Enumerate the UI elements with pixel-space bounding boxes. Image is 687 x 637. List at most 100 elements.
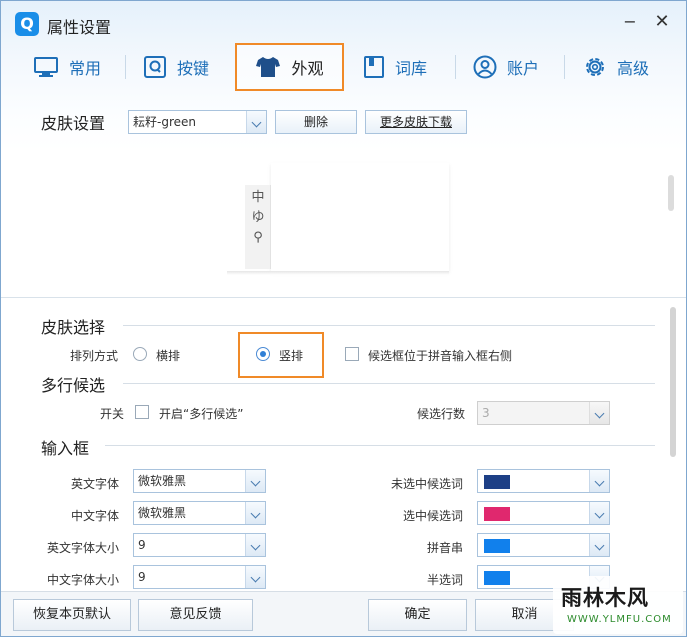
chevron-down-icon (589, 470, 609, 492)
selected-color-picker[interactable] (477, 501, 610, 525)
section-divider (105, 445, 655, 446)
pinyin-color-swatch (484, 539, 510, 553)
settings-window: Q 属性设置 − ✕ 常用 按键 外观 词库 账户 高级 皮肤设置 耘籽-gre… (0, 0, 687, 637)
vertical-radio[interactable] (256, 347, 270, 361)
tab-account-label: 账户 (507, 59, 540, 78)
skin-select[interactable]: 耘籽-green (128, 110, 267, 134)
horizontal-label: 横排 (156, 349, 181, 363)
unselected-color-swatch (484, 475, 510, 489)
rows-select[interactable]: 3 (477, 401, 610, 425)
en-font-select[interactable]: 微软雅黑 (133, 469, 266, 493)
feedback-button[interactable]: 意见反馈 (138, 599, 253, 631)
tab-separator (564, 55, 565, 79)
tab-dictionary[interactable]: 词库 (363, 43, 427, 91)
skin-select-title: 皮肤选择 (41, 318, 106, 337)
chevron-down-icon (246, 111, 266, 133)
book-icon (364, 56, 384, 78)
pinyin-color-picker[interactable] (477, 533, 610, 557)
title-bar: Q 属性设置 − ✕ (1, 1, 686, 45)
tab-keys-label: 按键 (177, 59, 210, 78)
reset-defaults-button[interactable]: 恢复本页默认 (13, 599, 131, 631)
tab-keys[interactable]: 按键 (143, 43, 209, 91)
close-button[interactable]: ✕ (651, 11, 673, 33)
skin-select-value: 耘籽-green (133, 115, 196, 129)
ok-button[interactable]: 确定 (368, 599, 467, 631)
tshirt-icon (256, 57, 281, 77)
en-size-select[interactable]: 9 (133, 533, 266, 557)
user-icon (473, 55, 497, 79)
tab-appearance-label: 外观 (291, 59, 324, 78)
chevron-down-icon (589, 534, 609, 556)
cn-font-value: 微软雅黑 (138, 506, 187, 520)
half-color-swatch (484, 571, 510, 585)
preview-scrollbar[interactable] (667, 169, 675, 277)
cn-size-label: 中文字体大小 (47, 573, 120, 587)
en-size-value: 9 (138, 538, 146, 552)
pinyin-color-label: 拼音串 (427, 541, 464, 555)
selected-color-label: 选中候选词 (403, 509, 464, 523)
preview-shadow (227, 271, 449, 275)
more-skins-button[interactable]: 更多皮肤下载 (365, 110, 467, 134)
multiline-enable-label: 开启“多行候选” (159, 407, 244, 421)
tab-advanced[interactable]: 高级 (583, 43, 649, 91)
chevron-down-icon (245, 534, 265, 556)
monitor-icon (34, 57, 58, 77)
tab-separator (125, 55, 126, 79)
watermark-sub: WWW.YLMFU.COM (567, 614, 672, 625)
tab-bar: 常用 按键 外观 词库 账户 高级 (1, 43, 686, 91)
tab-common[interactable]: 常用 (33, 43, 101, 91)
tab-separator (455, 55, 456, 79)
tab-advanced-label: 高级 (617, 59, 650, 78)
skin-settings-title: 皮肤设置 (41, 114, 106, 133)
watermark-logo: 雨林木风 WWW.YLMFU.COM (553, 576, 683, 634)
switch-label: 开关 (100, 407, 125, 421)
minimize-button[interactable]: − (619, 11, 641, 33)
candidate-right-label: 候选框位于拼音输入框右侧 (368, 349, 513, 363)
cn-font-select[interactable]: 微软雅黑 (133, 501, 266, 525)
en-font-label: 英文字体 (71, 477, 120, 491)
arrange-label: 排列方式 (70, 349, 119, 363)
wrench-icon: ⚲ (253, 230, 263, 245)
chevron-down-icon (245, 502, 265, 524)
cn-size-select[interactable]: 9 (133, 565, 266, 589)
cn-font-label: 中文字体 (71, 509, 120, 523)
multiline-checkbox[interactable] (135, 405, 149, 419)
section-divider (123, 325, 655, 326)
rows-label: 候选行数 (417, 407, 466, 421)
multiline-title: 多行候选 (41, 376, 106, 395)
settings-panel: 皮肤选择 排列方式 横排 竖排 候选框位于拼音输入框右侧 多行候选 开关 开启“… (1, 299, 669, 591)
preview-candidate-box (271, 163, 449, 271)
chevron-down-icon (245, 470, 265, 492)
input-box-title: 输入框 (41, 439, 90, 458)
preview-punct-icon: ゆ (251, 210, 265, 225)
preview-ime-toolbar: 中 ゆ ⚲ (245, 185, 271, 269)
en-size-label: 英文字体大小 (47, 541, 120, 555)
skin-settings-row: 皮肤设置 耘籽-green 删除 更多皮肤下载 (1, 105, 686, 139)
app-logo-icon: Q (15, 12, 39, 36)
delete-skin-button[interactable]: 删除 (275, 110, 357, 134)
candidate-right-checkbox[interactable] (345, 347, 359, 361)
tab-appearance[interactable]: 外观 (235, 43, 344, 91)
key-q-icon (144, 56, 166, 78)
tab-account[interactable]: 账户 (473, 43, 539, 91)
cn-size-value: 9 (138, 570, 146, 584)
horizontal-radio[interactable] (133, 347, 147, 361)
unselected-color-label: 未选中候选词 (391, 477, 464, 491)
window-title: 属性设置 (47, 18, 112, 37)
section-divider (123, 383, 655, 384)
half-color-label: 半选词 (427, 573, 464, 587)
vertical-label: 竖排 (279, 349, 304, 363)
settings-scrollbar[interactable] (667, 299, 679, 591)
gear-icon (586, 58, 604, 76)
selected-color-swatch (484, 507, 510, 521)
tab-common-label: 常用 (69, 59, 102, 78)
watermark-main: 雨林木风 (561, 586, 649, 610)
chevron-down-icon (589, 502, 609, 524)
tab-dictionary-label: 词库 (395, 59, 428, 78)
unselected-color-picker[interactable] (477, 469, 610, 493)
divider (1, 297, 686, 298)
chevron-down-icon (245, 566, 265, 588)
en-font-value: 微软雅黑 (138, 474, 187, 488)
chevron-down-icon (589, 402, 609, 424)
preview-chinese-icon: 中 (251, 190, 265, 205)
